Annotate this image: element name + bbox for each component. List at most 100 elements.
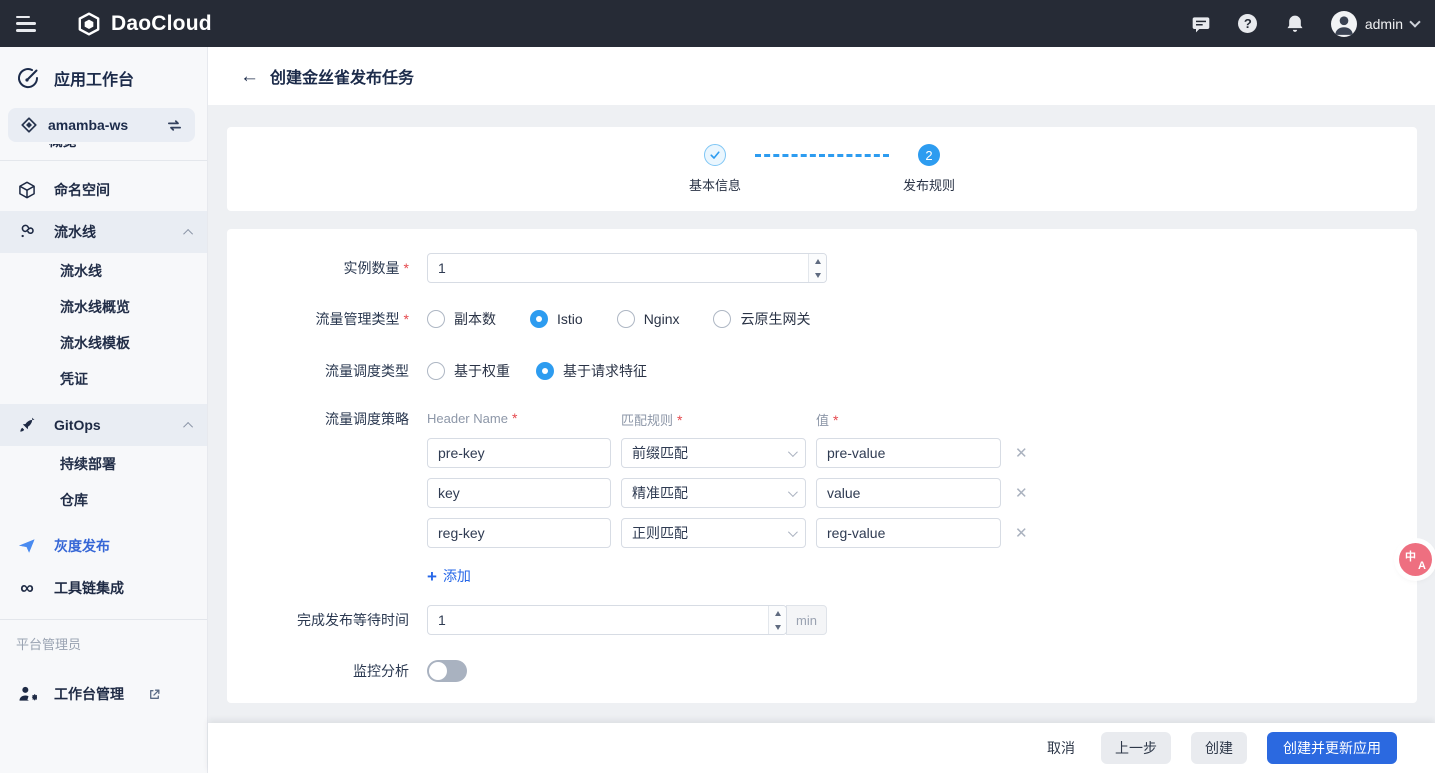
create-button[interactable]: 创建	[1191, 732, 1247, 764]
remove-row-icon[interactable]: ✕	[1015, 486, 1028, 501]
chevron-up-icon	[183, 421, 193, 431]
required-marker: *	[833, 412, 838, 428]
value-input[interactable]	[816, 518, 1001, 548]
policy-row: 精准匹配 ✕	[427, 478, 1028, 508]
pipeline-icon	[17, 222, 37, 242]
create-and-update-button[interactable]: 创建并更新应用	[1267, 732, 1397, 764]
sidebar-subitem-pipeline[interactable]: 流水线	[0, 253, 207, 289]
language-switch-button[interactable]: 中 A	[1399, 543, 1432, 576]
sidebar-subitem-label: 流水线	[60, 261, 102, 281]
header-name-input[interactable]	[427, 478, 611, 508]
help-icon[interactable]: ?	[1237, 13, 1259, 35]
required-marker: *	[512, 410, 517, 426]
sidebar-item-label: 工作台管理	[54, 684, 124, 704]
sidebar-item-workbench-admin[interactable]: 工作台管理	[0, 673, 207, 715]
app-window: DaoCloud ? admin	[0, 0, 1435, 773]
field-label: 实例数量*	[227, 253, 409, 283]
step-release-rules[interactable]: 2 发布规则	[903, 144, 955, 194]
value-input[interactable]	[816, 478, 1001, 508]
sidebar-subitem-repository[interactable]: 仓库	[0, 482, 207, 518]
cancel-button[interactable]: 取消	[1041, 732, 1081, 764]
sidebar-subitem-pipeline-template[interactable]: 流水线模板	[0, 325, 207, 361]
header-name-input[interactable]	[427, 438, 611, 468]
sidebar-item-pipeline[interactable]: 流水线	[0, 211, 207, 253]
radio-by-weight[interactable]: 基于权重	[427, 361, 510, 381]
radio-istio[interactable]: Istio	[530, 310, 583, 328]
sidebar-item-overview-clipped[interactable]: ••• 概览	[0, 144, 207, 161]
monitor-toggle[interactable]	[427, 660, 467, 682]
sidebar-item-gitops[interactable]: GitOps	[0, 404, 207, 446]
topbar: DaoCloud ? admin	[0, 0, 1435, 47]
instance-count-input[interactable]	[427, 253, 827, 283]
sidebar-item-label: 流水线	[54, 222, 96, 242]
match-rule-select[interactable]: 正则匹配	[621, 518, 806, 548]
header-name-input[interactable]	[427, 518, 611, 548]
form-row-monitor: 监控分析	[227, 656, 1417, 686]
add-rule-label: 添加	[443, 566, 471, 586]
radio-by-request-feature[interactable]: 基于请求特征	[536, 361, 647, 381]
topbar-actions: ? admin	[1190, 11, 1419, 37]
ellipsis-icon: •••	[17, 144, 33, 148]
sidebar-item-toolchain[interactable]: ∞ 工具链集成	[0, 567, 207, 609]
increment-icon[interactable]	[769, 606, 786, 620]
wait-time-input[interactable]	[427, 605, 787, 635]
sidebar-item-namespace[interactable]: 命名空间	[0, 169, 207, 211]
radio-nginx[interactable]: Nginx	[617, 310, 680, 328]
number-stepper[interactable]	[768, 606, 786, 634]
sidebar-item-label: 概览	[49, 144, 77, 151]
add-rule-button[interactable]: + 添加	[427, 566, 471, 586]
switch-workspace-icon[interactable]	[166, 117, 183, 134]
required-marker: *	[677, 412, 682, 428]
remove-row-icon[interactable]: ✕	[1015, 446, 1028, 461]
sidebar-subitem-label: 凭证	[60, 369, 88, 389]
selected-option: 正则匹配	[632, 523, 688, 543]
brand[interactable]: DaoCloud	[76, 11, 212, 37]
remove-row-icon[interactable]: ✕	[1015, 526, 1028, 541]
field-label: 流量调度类型	[227, 356, 409, 386]
step-done-check-icon	[704, 144, 726, 166]
form-card: 实例数量* 流量管理类型* 副本数 Istio	[227, 229, 1417, 703]
sidebar-subitem-pipeline-overview[interactable]: 流水线概览	[0, 289, 207, 325]
match-rule-select[interactable]: 前缀匹配	[621, 438, 806, 468]
paper-plane-icon	[17, 536, 37, 556]
menu-icon[interactable]	[16, 16, 38, 32]
form-row-policy: 流量调度策略 Header Name* 匹配规则* 值* 前缀匹配	[227, 410, 1417, 586]
workspace-icon	[20, 116, 38, 134]
step-basic-info[interactable]: 基本信息	[689, 144, 741, 194]
user-menu[interactable]: admin	[1331, 11, 1419, 37]
previous-step-button[interactable]: 上一步	[1101, 732, 1171, 764]
sidebar-subitem-label: 持续部署	[60, 454, 116, 474]
field-label: 完成发布等待时间	[227, 605, 409, 635]
chevron-up-icon	[183, 228, 193, 238]
chevron-down-icon	[788, 447, 798, 457]
radio-replicas[interactable]: 副本数	[427, 309, 496, 329]
sidebar-subitem-continuous-deploy[interactable]: 持续部署	[0, 446, 207, 482]
infinity-icon: ∞	[17, 578, 37, 598]
increment-icon[interactable]	[809, 254, 826, 268]
workspace-selector[interactable]: amamba-ws	[8, 108, 195, 142]
workbench-logo-icon	[16, 66, 40, 90]
decrement-icon[interactable]	[769, 620, 786, 634]
sidebar-subitem-credentials[interactable]: 凭证	[0, 361, 207, 397]
sidebar-item-gray-release[interactable]: 灰度发布	[0, 525, 207, 567]
page-header: ← 创建金丝雀发布任务	[208, 47, 1435, 105]
chat-icon[interactable]	[1190, 13, 1212, 35]
user-name: admin	[1365, 16, 1403, 32]
translate-en-glyph: A	[1418, 560, 1426, 572]
cube-icon	[17, 180, 37, 200]
value-input[interactable]	[816, 438, 1001, 468]
back-arrow-icon[interactable]: ←	[240, 67, 259, 86]
match-rule-select[interactable]: 精准匹配	[621, 478, 806, 508]
decrement-icon[interactable]	[809, 268, 826, 282]
rocket-icon	[17, 415, 37, 435]
notification-bell-icon[interactable]	[1284, 13, 1306, 35]
sidebar-subitem-label: 流水线模板	[60, 333, 130, 353]
selected-option: 精准匹配	[632, 483, 688, 503]
brand-name: DaoCloud	[111, 12, 212, 36]
sidebar-section-admin: 平台管理员	[0, 620, 207, 659]
sidebar: 应用工作台 amamba-ws ••• 概览	[0, 47, 208, 773]
product-name: 应用工作台	[54, 66, 134, 90]
radio-cloud-native-gateway[interactable]: 云原生网关	[713, 309, 810, 329]
unit-addon: min	[786, 605, 827, 635]
number-stepper[interactable]	[808, 254, 826, 282]
